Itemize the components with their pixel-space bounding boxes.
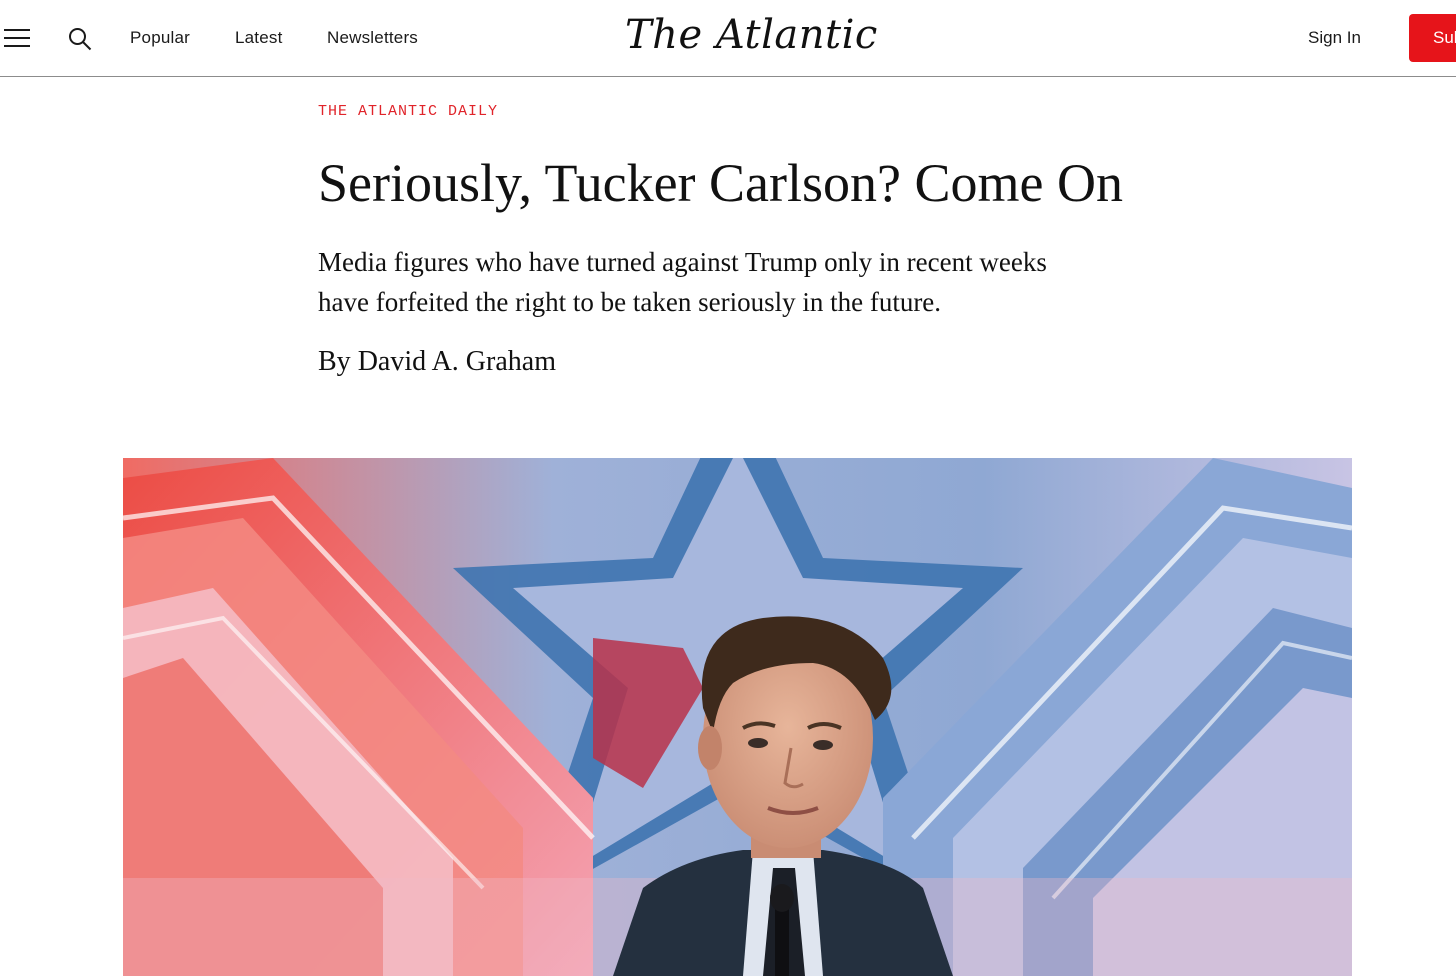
site-header: Popular Latest Newsletters The Atlantic …	[0, 0, 1456, 77]
hero-illustration	[123, 458, 1352, 976]
site-logo[interactable]: The Atlantic	[625, 12, 878, 58]
subscribe-button[interactable]: Subscribe	[1409, 14, 1456, 62]
article-dek: Media figures who have turned against Tr…	[318, 247, 1047, 317]
article-headline: Seriously, Tucker Carlson? Come On	[318, 153, 1123, 213]
byline-prefix: By	[318, 346, 351, 377]
nav-latest-link[interactable]: Latest	[235, 28, 283, 48]
menu-icon[interactable]	[4, 26, 30, 50]
nav-popular-link[interactable]: Popular	[130, 28, 190, 48]
article-section-kicker[interactable]: THE ATLANTIC DAILY	[318, 103, 498, 120]
search-icon[interactable]	[68, 27, 92, 51]
nav-newsletters-link[interactable]: Newsletters	[327, 28, 418, 48]
sign-in-link[interactable]: Sign In	[1308, 28, 1361, 48]
article-byline: By David A. Graham	[318, 346, 556, 378]
hero-image	[123, 458, 1352, 976]
author-link[interactable]: David A. Graham	[358, 346, 556, 377]
